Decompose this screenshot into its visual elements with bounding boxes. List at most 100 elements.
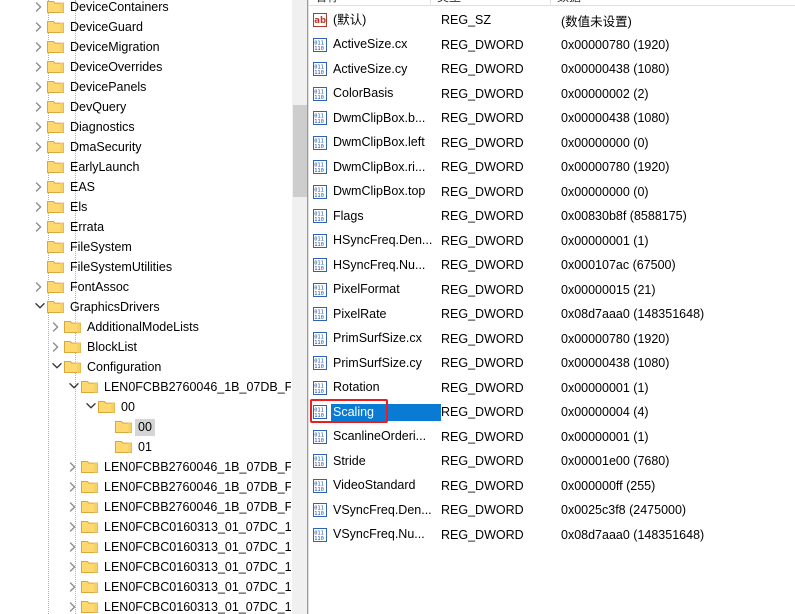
tree-vertical-scrollbar[interactable]	[291, 0, 307, 614]
tree-item-devquery[interactable]: DevQuery	[0, 97, 307, 117]
chevron-right-icon[interactable]	[31, 37, 47, 57]
tree-item-eas[interactable]: EAS	[0, 177, 307, 197]
tree-item-len0fcbb2760046-1b-07db-f6-i[interactable]: LEN0FCBB2760046_1B_07DB_F6+I	[0, 477, 307, 497]
tree-item-label: LEN0FCBC0160313_01_07DC_19*L	[104, 519, 307, 534]
chevron-right-icon[interactable]	[31, 197, 47, 217]
value-row[interactable]: 011 110 Stride REG_DWORD 0x00001e00 (7680)	[309, 449, 795, 474]
chevron-down-icon[interactable]	[82, 397, 98, 417]
tree-item-label: 01	[138, 439, 152, 454]
value-row[interactable]: 011 110 ActiveSize.cx REG_DWORD 0x00000780 (…	[309, 33, 795, 58]
value-row[interactable]: 011 110 Flags REG_DWORD 0x00830b8f (8588175)	[309, 204, 795, 229]
value-row[interactable]: 011 110 VideoStandard REG_DWORD 0x000000ff (…	[309, 474, 795, 499]
value-row[interactable]: 011 110 PrimSurfSize.cy REG_DWORD 0x00000438…	[309, 351, 795, 376]
value-row[interactable]: 011 110 HSyncFreq.Den... REG_DWORD 0x0000000…	[309, 229, 795, 254]
value-type: REG_DWORD	[441, 233, 524, 248]
tree-item-filesystemutilities[interactable]: FileSystemUtilities	[0, 257, 307, 277]
folder-icon	[81, 557, 98, 577]
value-row[interactable]: 011 110 ActiveSize.cy REG_DWORD 0x00000438 (…	[309, 57, 795, 82]
value-row[interactable]: 011 110 ColorBasis REG_DWORD 0x00000002 (2)	[309, 82, 795, 107]
tree-item-additionalmodelists[interactable]: AdditionalModeLists	[0, 317, 307, 337]
value-data: 0x000107ac (67500)	[561, 258, 676, 273]
tree-item-len0fcbc0160313-01-07dc-19-i[interactable]: LEN0FCBC0160313_01_07DC_19+I	[0, 577, 307, 597]
chevron-right-icon[interactable]	[31, 277, 47, 297]
tree-item-diagnostics[interactable]: Diagnostics	[0, 117, 307, 137]
chevron-right-icon[interactable]	[31, 217, 47, 237]
value-row[interactable]: 011 110 DwmClipBox.left REG_DWORD 0x00000000…	[309, 131, 795, 156]
tree-item-graphicsdrivers[interactable]: GraphicsDrivers	[0, 297, 307, 317]
chevron-down-icon[interactable]	[65, 377, 81, 397]
chevron-down-icon[interactable]	[31, 297, 47, 317]
folder-icon	[81, 377, 98, 397]
tree-item-dmasecurity[interactable]: DmaSecurity	[0, 137, 307, 157]
chevron-right-icon[interactable]	[65, 557, 81, 577]
tree-scrollbar-thumb[interactable]	[293, 105, 307, 197]
chevron-down-icon[interactable]	[48, 357, 64, 377]
folder-icon	[47, 237, 64, 257]
tree-item-00[interactable]: 00	[0, 417, 307, 437]
value-row[interactable]: 011 110 VSyncFreq.Den... REG_DWORD 0x0025c3f…	[309, 498, 795, 523]
value-row[interactable]: 011 110 Rotation REG_DWORD 0x00000001 (1)	[309, 376, 795, 401]
value-row[interactable]: 011 110 DwmClipBox.ri... REG_DWORD 0x0000078…	[309, 155, 795, 180]
tree-item-blocklist[interactable]: BlockList	[0, 337, 307, 357]
tree-item-fontassoc[interactable]: FontAssoc	[0, 277, 307, 297]
tree-item-len0fcbc0160313-01-07dc-19-i[interactable]: LEN0FCBC0160313_01_07DC_19+I	[0, 557, 307, 577]
column-header-type[interactable]: 类型	[431, 0, 551, 6]
chevron-right-icon[interactable]	[48, 317, 64, 337]
value-row[interactable]: 011 110 PrimSurfSize.cx REG_DWORD 0x00000780…	[309, 327, 795, 352]
value-row[interactable]: 011 110 DwmClipBox.top REG_DWORD 0x00000000 …	[309, 180, 795, 205]
value-row[interactable]: 011 110 VSyncFreq.Nu... REG_DWORD 0x08d7aaa0…	[309, 523, 795, 548]
tree-item-devicemigration[interactable]: DeviceMigration	[0, 37, 307, 57]
value-row[interactable]: 011 110 Scaling REG_DWORD 0x00000004 (4)	[309, 400, 795, 425]
tree-item-earlylaunch[interactable]: EarlyLaunch	[0, 157, 307, 177]
tree-item-len0fcbb2760046-1b-07db-f6-e[interactable]: LEN0FCBB2760046_1B_07DB_F6^E	[0, 457, 307, 477]
chevron-right-icon[interactable]	[65, 497, 81, 517]
svg-text:110: 110	[314, 46, 324, 52]
tree-item-configuration[interactable]: Configuration	[0, 357, 307, 377]
chevron-right-icon[interactable]	[31, 177, 47, 197]
tree-item-devicecontainers[interactable]: DeviceContainers	[0, 0, 307, 17]
tree-item-errata[interactable]: Errata	[0, 217, 307, 237]
tree-item-deviceoverrides[interactable]: DeviceOverrides	[0, 57, 307, 77]
tree-item-label: Errata	[70, 219, 105, 234]
value-row[interactable]: ab (默认) REG_SZ (数值未设置)	[309, 8, 795, 33]
tree-item-devicepanels[interactable]: DevicePanels	[0, 77, 307, 97]
tree-item-filesystem[interactable]: FileSystem	[0, 237, 307, 257]
tree-item-deviceguard[interactable]: DeviceGuard	[0, 17, 307, 37]
tree-item-els[interactable]: Els	[0, 197, 307, 217]
chevron-right-icon[interactable]	[65, 597, 81, 614]
column-header-name[interactable]: 名称	[309, 0, 431, 6]
chevron-right-icon[interactable]	[31, 97, 47, 117]
chevron-right-icon[interactable]	[31, 137, 47, 157]
column-header-data[interactable]: 数据	[551, 0, 795, 6]
chevron-right-icon[interactable]	[31, 57, 47, 77]
tree-item-01[interactable]: 01	[0, 437, 307, 457]
tree-item-label: FontAssoc	[70, 279, 130, 294]
chevron-right-icon[interactable]	[65, 477, 81, 497]
tree-item-len0fcbc0160313-01-07dc-19-e[interactable]: LEN0FCBC0160313_01_07DC_19^E	[0, 537, 307, 557]
tree-item-len0fcbb2760046-1b-07db-f6-i[interactable]: LEN0FCBB2760046_1B_07DB_F6+I	[0, 497, 307, 517]
value-data: 0x00000001 (1)	[561, 380, 649, 395]
tree-item-00[interactable]: 00	[0, 397, 307, 417]
chevron-right-icon[interactable]	[65, 577, 81, 597]
registry-value-list[interactable]: 名称 类型 数据 ab(默认)REG_SZ(数值未设置)011110Active…	[309, 0, 795, 614]
chevron-right-icon[interactable]	[65, 517, 81, 537]
chevron-right-icon[interactable]	[31, 17, 47, 37]
value-row[interactable]: 011 110 PixelRate REG_DWORD 0x08d7aaa0 (1483…	[309, 302, 795, 327]
tree-twisty-placeholder	[31, 257, 47, 277]
value-type: REG_DWORD	[441, 209, 524, 224]
value-row[interactable]: 011 110 PixelFormat REG_DWORD 0x00000015 (21…	[309, 278, 795, 303]
chevron-right-icon[interactable]	[31, 0, 47, 17]
chevron-right-icon[interactable]	[48, 337, 64, 357]
registry-key-tree[interactable]: DeviceContainers DeviceGuard DeviceMigrati…	[0, 0, 307, 614]
chevron-right-icon[interactable]	[65, 457, 81, 477]
tree-item-len0fcbc0160313-01-07dc-19-l[interactable]: LEN0FCBC0160313_01_07DC_19*L	[0, 517, 307, 537]
chevron-right-icon[interactable]	[65, 537, 81, 557]
tree-item-len0fcbb2760046-1b-07db-f6-l[interactable]: LEN0FCBB2760046_1B_07DB_F6*L	[0, 377, 307, 397]
tree-item-len0fcbc0160313-01-07dc-19-i[interactable]: LEN0FCBC0160313_01_07DC_19+I	[0, 597, 307, 614]
value-row[interactable]: 011 110 HSyncFreq.Nu... REG_DWORD 0x000107ac…	[309, 253, 795, 278]
chevron-right-icon[interactable]	[31, 77, 47, 97]
chevron-right-icon[interactable]	[31, 117, 47, 137]
value-row[interactable]: 011 110 DwmClipBox.b... REG_DWORD 0x00000438…	[309, 106, 795, 131]
value-row[interactable]: 011 110 ScanlineOrderi... REG_DWORD 0x000000…	[309, 425, 795, 450]
